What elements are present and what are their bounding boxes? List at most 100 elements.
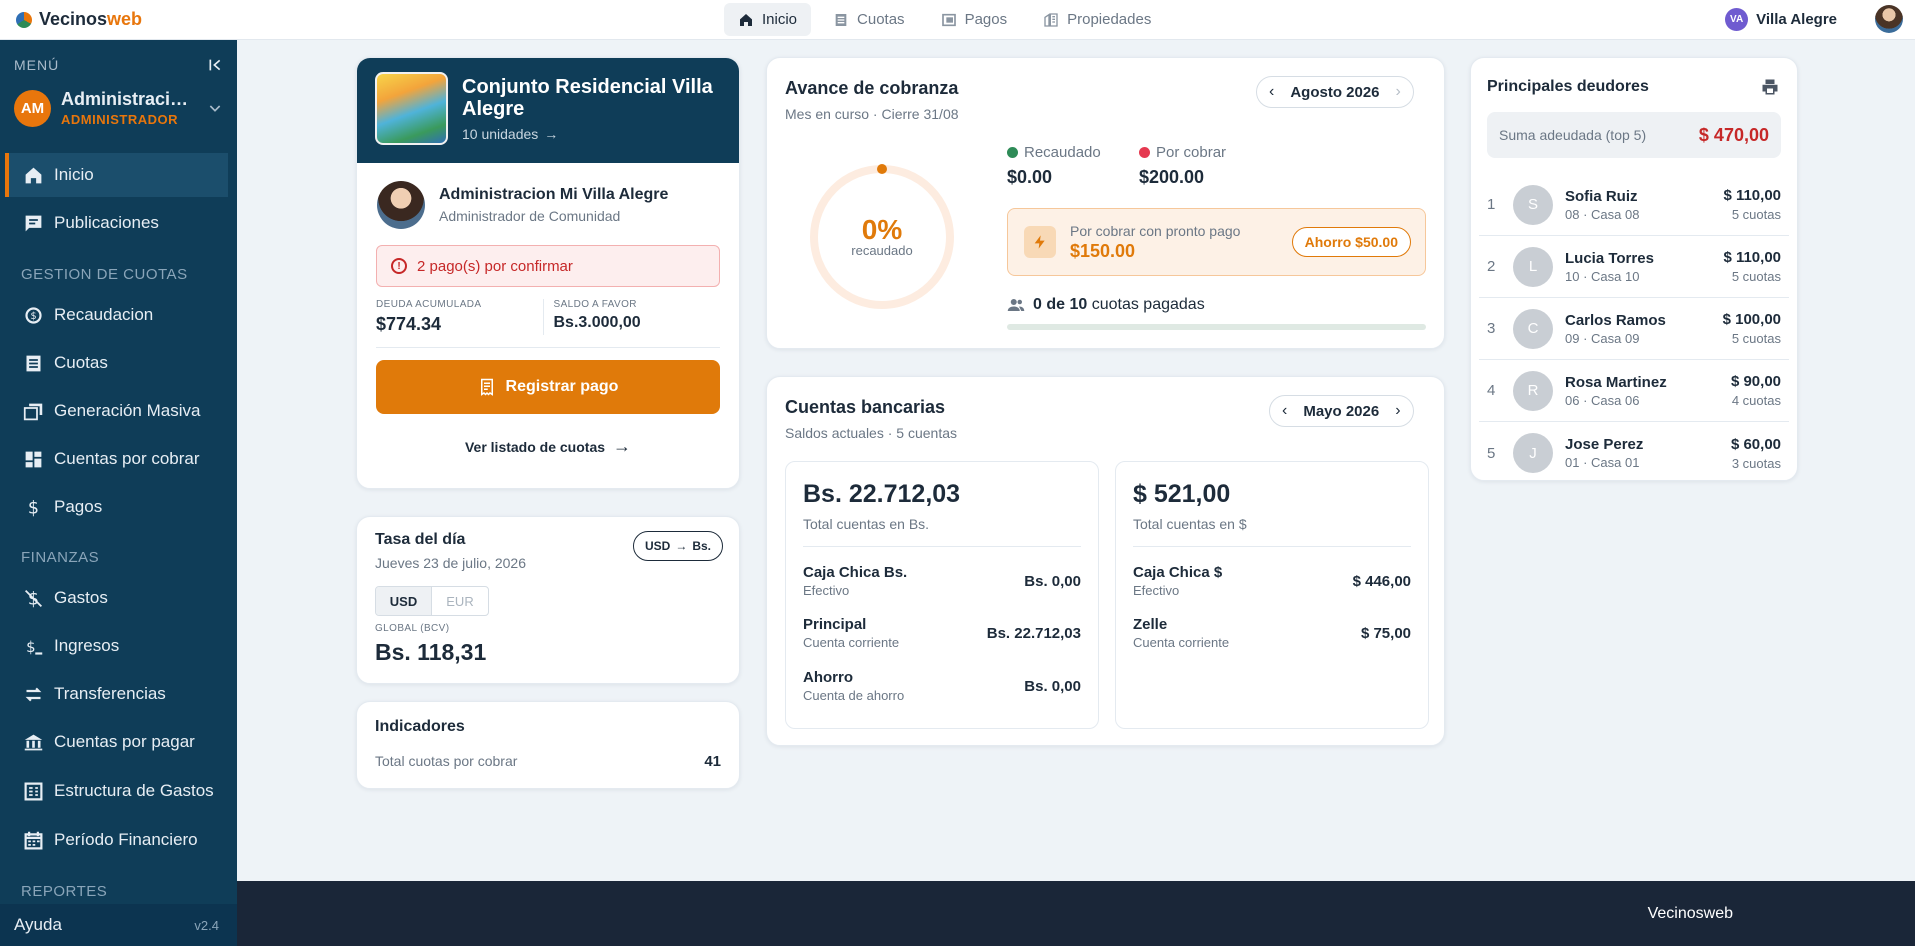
debt-sum-label: Suma adeudada (top 5) <box>1499 127 1647 143</box>
recaudado-value: $0.00 <box>1007 167 1053 187</box>
debtor-name: Sofia Ruiz <box>1565 187 1638 205</box>
bank-account-type: Efectivo <box>803 583 850 598</box>
sidebar-item-cuentas-por-cobrar[interactable]: Cuentas por cobrar <box>5 437 228 481</box>
exchange-rate-card: Tasa del día Jueves 23 de julio, 2026 US… <box>356 516 740 684</box>
sidebar-item-transferencias[interactable]: Transferencias <box>5 672 228 716</box>
chevron-down-icon <box>209 105 221 112</box>
debtor-name: Rosa Martinez <box>1565 373 1667 391</box>
people-icon <box>1007 299 1025 311</box>
bank-account-name: Ahorro <box>803 669 853 686</box>
bank-account-row[interactable]: Caja Chica $ Efectivo $ 446,00 <box>1133 564 1411 598</box>
sidebar-item-ingresos[interactable]: $ Ingresos <box>5 624 228 668</box>
help-link[interactable]: Ayuda <box>14 915 62 935</box>
dollar-icon: $ <box>28 498 39 517</box>
debtor-row[interactable]: 2 L Lucia Torres 10 · Casa 10 $ 110,00 5 cuot… <box>1479 236 1789 298</box>
user-menu[interactable]: VA Villa Alegre <box>1725 5 1903 33</box>
por-cobrar-label: Por cobrar <box>1156 144 1227 161</box>
tab-inicio[interactable]: Inicio <box>724 3 812 36</box>
sidebar-item-publicaciones[interactable]: Publicaciones <box>5 201 228 245</box>
tab-cuotas[interactable]: Cuotas <box>819 3 919 36</box>
tab-pagos[interactable]: Pagos <box>927 3 1022 36</box>
user-name: Villa Alegre <box>1756 10 1837 28</box>
bank-account-row[interactable]: Ahorro Cuenta de ahorro Bs. 0,00 <box>803 669 1081 703</box>
swap-icon <box>25 687 42 701</box>
bank-account-row[interactable]: Caja Chica Bs. Efectivo Bs. 0,00 <box>803 564 1081 598</box>
sidebar-item-generacion-masiva[interactable]: Generación Masiva <box>5 389 228 433</box>
tab-label: Inicio <box>762 11 798 28</box>
tab-propiedades[interactable]: Propiedades <box>1029 3 1165 36</box>
pending-payments-alert[interactable]: ! 2 pago(s) por confirmar <box>376 245 720 287</box>
debtor-avatar: L <box>1513 246 1553 287</box>
calendar-icon <box>24 831 43 849</box>
legend-recaudado: Recaudado $0.00 <box>1007 144 1101 188</box>
bank-account-row[interactable]: Principal Cuenta corriente Bs. 22.712,03 <box>803 616 1081 650</box>
sidebar-item-estructura-gastos[interactable]: Estructura de Gastos <box>5 769 228 813</box>
debtor-unit: 10 · Casa 10 <box>1565 268 1640 284</box>
bank-total-bs: Bs. 22.712,03 <box>803 480 961 508</box>
collection-percent-label: recaudado <box>851 242 913 258</box>
sidebar-item-inicio[interactable]: Inicio <box>5 153 228 197</box>
debtor-row[interactable]: 5 J Jose Perez 01 · Casa 01 $ 60,00 3 cuotas <box>1479 422 1789 480</box>
debtor-rank: 4 <box>1487 382 1496 399</box>
bank-total-usd: $ 521,00 <box>1133 480 1231 508</box>
debtor-row[interactable]: 1 S Sofia Ruiz 08 · Casa 08 $ 110,00 5 cuotas <box>1479 174 1789 236</box>
user-avatar[interactable] <box>1875 5 1903 33</box>
bank-month-selector: ‹ Mayo 2026 › <box>1269 395 1414 427</box>
account-role: ADMINISTRADOR <box>61 112 178 127</box>
sidebar-item-label: Publicaciones <box>54 213 159 232</box>
bank-account-row[interactable]: Zelle Cuenta corriente $ 75,00 <box>1133 616 1411 650</box>
brand-logo[interactable]: Vecinosweb <box>0 9 142 30</box>
debtor-unit: 01 · Casa 01 <box>1565 455 1640 470</box>
chevron-right-icon[interactable]: › <box>1395 402 1400 420</box>
sidebar-item-gastos[interactable]: $ Gastos <box>5 576 228 620</box>
debtor-name: Lucia Torres <box>1565 249 1654 267</box>
sidebar-item-cuotas[interactable]: Cuotas <box>5 341 228 385</box>
convert-from: USD <box>644 539 671 553</box>
deuda-label: DEUDA ACUMULADA <box>376 299 482 310</box>
debtor-name: Carlos Ramos <box>1565 311 1666 329</box>
debtor-rank: 2 <box>1487 258 1496 275</box>
debtor-cuotas: 5 cuotas <box>1731 269 1781 284</box>
debtor-name: Jose Perez <box>1565 436 1644 453</box>
sidebar-item-cuentas-por-pagar[interactable]: Cuentas por pagar <box>5 720 228 764</box>
brand-name-part1: Vecinos <box>39 9 108 29</box>
bank-account-amount: Bs. 0,00 <box>1024 572 1081 590</box>
sidebar-item-periodo-financiero[interactable]: Período Financiero <box>5 818 228 862</box>
stack-icon <box>23 403 43 420</box>
wallet-icon <box>941 13 956 26</box>
convert-to: Bs. <box>692 539 711 553</box>
chevron-left-icon[interactable]: ‹ <box>1282 402 1287 420</box>
debtor-cuotas: 5 cuotas <box>1731 331 1781 346</box>
view-cuotas-link[interactable]: Ver listado de cuotas → <box>357 436 739 457</box>
debtor-row[interactable]: 4 R Rosa Martinez 06 · Casa 06 $ 90,00 4 cuot… <box>1479 360 1789 422</box>
view-cuotas-label: Ver listado de cuotas <box>464 438 606 455</box>
sidebar-item-recaudacion[interactable]: $ Recaudacion <box>5 293 228 337</box>
chat-icon <box>25 215 42 231</box>
sidebar-item-label: Recaudacion <box>54 305 154 324</box>
lightning-icon <box>1024 226 1056 258</box>
green-dot-icon <box>1007 147 1018 158</box>
chevron-right-icon[interactable]: › <box>1396 83 1401 101</box>
bank-account-amount: Bs. 0,00 <box>1024 677 1081 695</box>
bank-total-bs-label: Total cuentas en Bs. <box>803 516 930 532</box>
early-payment-box: Por cobrar con pronto pago $150.00 Ahorr… <box>1007 208 1426 276</box>
month-selector: ‹ Agosto 2026 › <box>1256 76 1414 108</box>
tab-label: Pagos <box>964 11 1008 28</box>
debtor-row[interactable]: 3 C Carlos Ramos 09 · Casa 09 $ 100,00 5 cuot… <box>1479 298 1789 360</box>
paid-suffix: cuotas pagadas <box>1091 296 1205 313</box>
early-payment-label: Por cobrar con pronto pago <box>1070 222 1241 239</box>
account-switcher[interactable]: AM Administracion Mi Villa Alegre ADMINI… <box>0 73 237 127</box>
currency-usd[interactable]: USD <box>376 587 432 615</box>
register-payment-button[interactable]: Registrar pago <box>376 360 720 414</box>
chevron-left-icon[interactable]: ‹ <box>1269 83 1274 101</box>
sidebar: MENÚ AM Administracion Mi Villa Alegre A… <box>0 40 237 946</box>
sidebar-item-label: Inicio <box>54 165 94 184</box>
print-icon[interactable] <box>1761 78 1779 96</box>
community-units-link[interactable]: 10 unidades → <box>462 126 721 142</box>
exchange-rate-date: Jueves 23 de julio, 2026 <box>375 555 526 571</box>
currency-eur[interactable]: EUR <box>432 587 488 615</box>
collapse-sidebar-icon[interactable] <box>207 57 223 73</box>
bank-account-amount: Bs. 22.712,03 <box>986 624 1081 642</box>
currency-converter-button[interactable]: USD → Bs. <box>632 531 723 561</box>
sidebar-item-pagos[interactable]: $ Pagos <box>5 485 228 529</box>
